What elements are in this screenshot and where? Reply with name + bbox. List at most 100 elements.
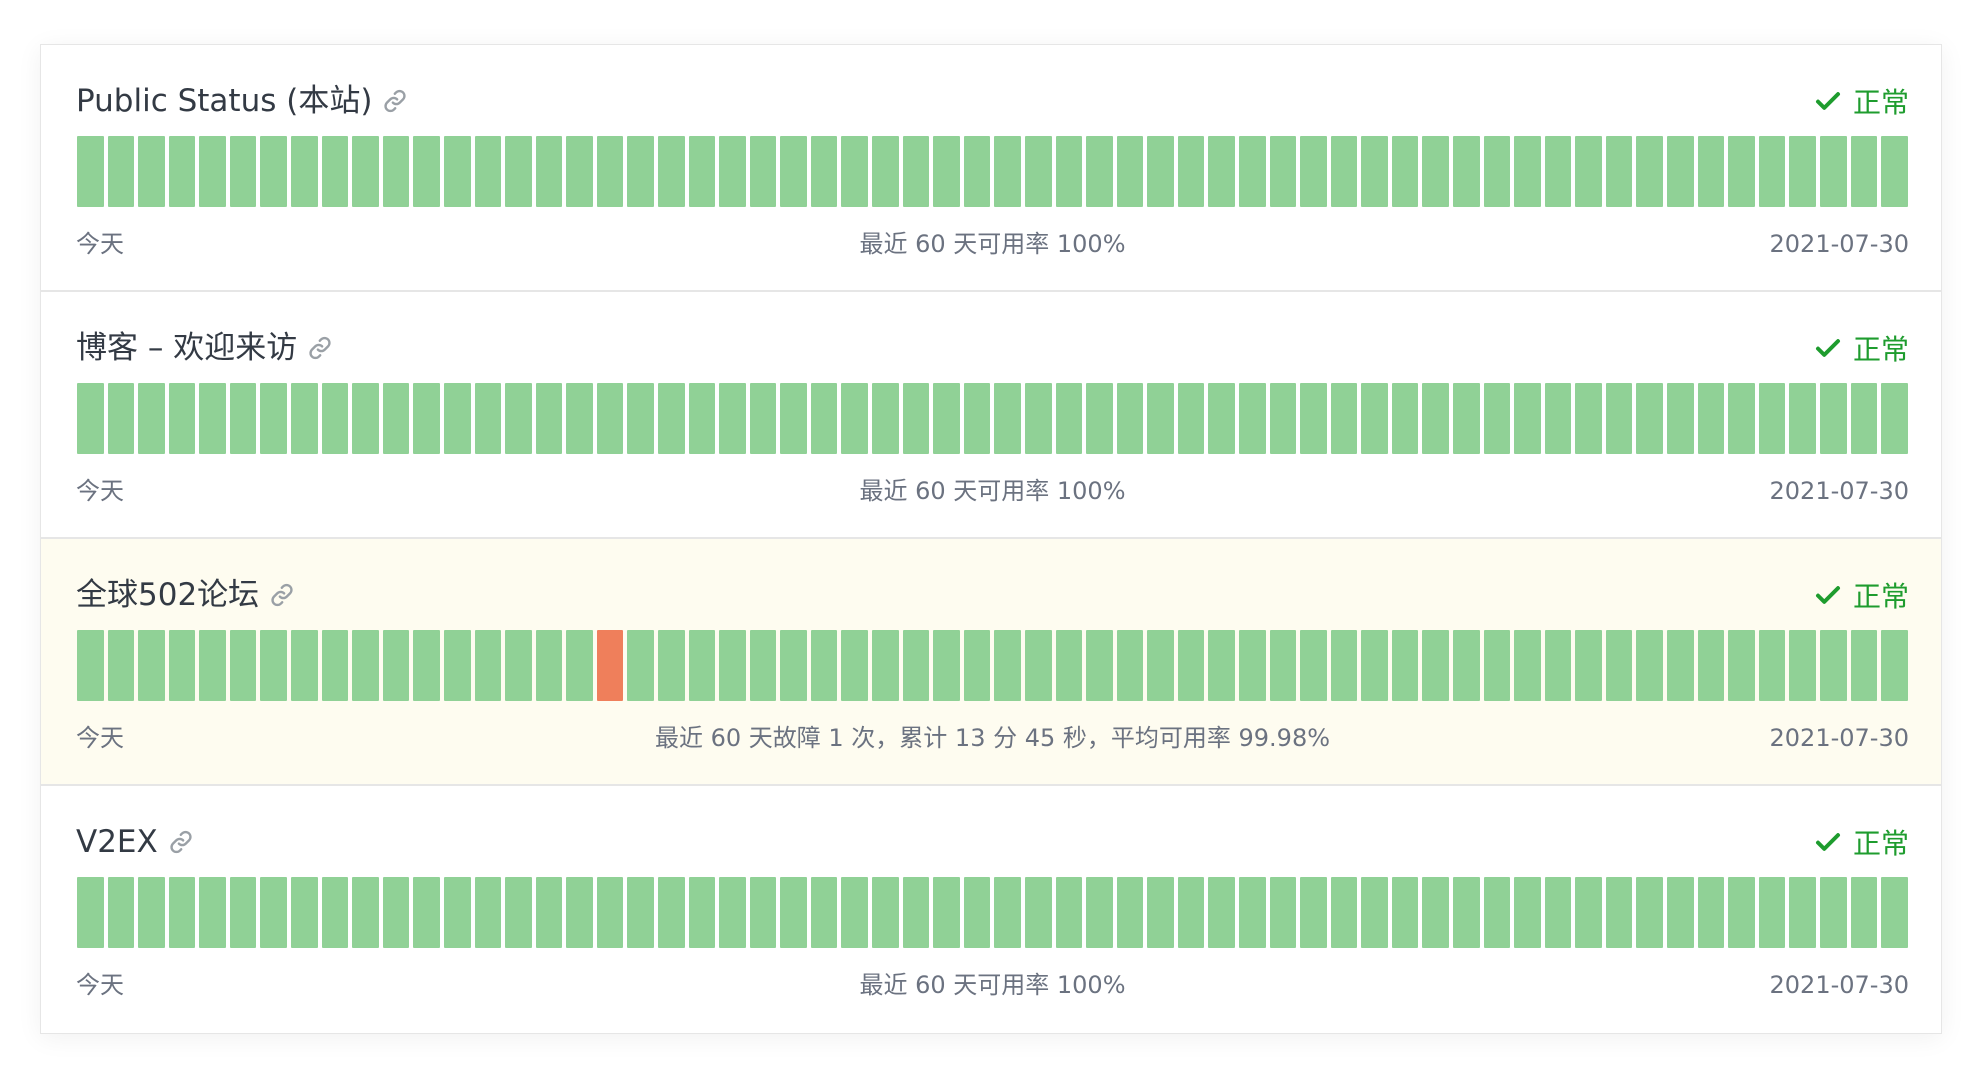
uptime-bar[interactable] <box>841 630 869 701</box>
uptime-bar[interactable] <box>1024 383 1052 454</box>
uptime-bar[interactable] <box>749 136 777 207</box>
uptime-bar[interactable] <box>657 630 685 701</box>
uptime-bar[interactable] <box>1544 136 1572 207</box>
uptime-bar[interactable] <box>1116 383 1144 454</box>
uptime-bar[interactable] <box>291 136 318 207</box>
uptime-bar[interactable] <box>138 136 165 207</box>
uptime-bar[interactable] <box>1330 383 1358 454</box>
uptime-bar[interactable] <box>1789 383 1816 454</box>
uptime-bar[interactable] <box>535 136 563 207</box>
uptime-bar[interactable] <box>1269 877 1297 948</box>
uptime-bar[interactable] <box>168 136 196 207</box>
uptime-bar[interactable] <box>902 136 930 207</box>
uptime-bar[interactable] <box>1605 630 1633 701</box>
uptime-bar[interactable] <box>1636 630 1664 701</box>
uptime-bar[interactable] <box>1330 877 1358 948</box>
uptime-bar[interactable] <box>1728 630 1755 701</box>
uptime-bar[interactable] <box>1605 136 1633 207</box>
uptime-bar[interactable] <box>994 630 1021 701</box>
uptime-bar[interactable] <box>413 630 440 701</box>
uptime-bar[interactable] <box>1575 383 1602 454</box>
uptime-bar[interactable] <box>1514 630 1541 701</box>
uptime-bar[interactable] <box>1819 630 1847 701</box>
uptime-bar[interactable] <box>1269 136 1297 207</box>
uptime-bar[interactable] <box>1636 383 1664 454</box>
uptime-bar[interactable] <box>596 877 624 948</box>
uptime-bar[interactable] <box>1055 136 1083 207</box>
uptime-bar[interactable] <box>1636 136 1664 207</box>
uptime-bar[interactable] <box>474 383 502 454</box>
uptime-bar[interactable] <box>1147 877 1174 948</box>
uptime-bar[interactable] <box>1728 136 1755 207</box>
uptime-bar[interactable] <box>138 877 165 948</box>
uptime-bar[interactable] <box>1514 136 1541 207</box>
uptime-bar[interactable] <box>321 877 349 948</box>
link-icon[interactable] <box>269 582 295 608</box>
uptime-bar[interactable] <box>1208 383 1235 454</box>
uptime-bar[interactable] <box>1453 383 1480 454</box>
uptime-bar[interactable] <box>1055 383 1083 454</box>
uptime-bar[interactable] <box>1789 136 1816 207</box>
uptime-bar[interactable] <box>1269 383 1297 454</box>
uptime-bar[interactable] <box>352 136 379 207</box>
uptime-bar[interactable] <box>1177 136 1205 207</box>
uptime-bar[interactable] <box>566 136 593 207</box>
uptime-bar[interactable] <box>1575 877 1602 948</box>
uptime-bar[interactable] <box>566 630 593 701</box>
uptime-bar[interactable] <box>1086 630 1113 701</box>
uptime-bar[interactable] <box>505 630 532 701</box>
uptime-bar[interactable] <box>566 383 593 454</box>
uptime-bar[interactable] <box>688 630 716 701</box>
uptime-bar[interactable] <box>1024 630 1052 701</box>
uptime-bar[interactable] <box>1697 630 1725 701</box>
uptime-bar[interactable] <box>749 383 777 454</box>
uptime-bar[interactable] <box>1361 877 1388 948</box>
uptime-bar[interactable] <box>1819 383 1847 454</box>
uptime-bar[interactable] <box>1147 383 1174 454</box>
uptime-bar[interactable] <box>1850 136 1878 207</box>
uptime-bar[interactable] <box>749 877 777 948</box>
uptime-bar[interactable] <box>1697 383 1725 454</box>
uptime-bar[interactable] <box>77 136 104 207</box>
uptime-bar[interactable] <box>107 877 135 948</box>
uptime-bar[interactable] <box>1758 877 1786 948</box>
uptime-bar[interactable] <box>138 383 165 454</box>
uptime-bar[interactable] <box>1391 383 1419 454</box>
uptime-bar[interactable] <box>77 383 104 454</box>
uptime-bar[interactable] <box>1330 136 1358 207</box>
uptime-bar[interactable] <box>566 877 593 948</box>
uptime-bar[interactable] <box>1361 136 1388 207</box>
uptime-bar[interactable] <box>199 630 226 701</box>
uptime-bar[interactable] <box>596 136 624 207</box>
uptime-bar[interactable] <box>138 630 165 701</box>
uptime-bar[interactable] <box>1391 136 1419 207</box>
uptime-bar[interactable] <box>1728 877 1755 948</box>
uptime-bar[interactable] <box>229 630 257 701</box>
uptime-bar[interactable] <box>1575 630 1602 701</box>
uptime-bar[interactable] <box>77 877 104 948</box>
uptime-bar[interactable] <box>749 630 777 701</box>
uptime-bar[interactable] <box>963 630 991 701</box>
uptime-bar[interactable] <box>1086 136 1113 207</box>
link-icon[interactable] <box>168 829 194 855</box>
uptime-bar[interactable] <box>474 877 502 948</box>
uptime-bar[interactable] <box>1819 877 1847 948</box>
uptime-bar[interactable] <box>627 136 654 207</box>
uptime-bar[interactable] <box>474 136 502 207</box>
uptime-bar[interactable] <box>505 383 532 454</box>
uptime-bar[interactable] <box>1453 877 1480 948</box>
uptime-bar[interactable] <box>352 630 379 701</box>
uptime-bar[interactable] <box>1422 877 1450 948</box>
uptime-bar[interactable] <box>1147 630 1174 701</box>
uptime-bar[interactable] <box>963 383 991 454</box>
uptime-bar[interactable] <box>382 877 410 948</box>
uptime-bar[interactable] <box>1177 383 1205 454</box>
uptime-bar[interactable] <box>1238 877 1266 948</box>
uptime-bar[interactable] <box>1238 383 1266 454</box>
uptime-bar[interactable] <box>1605 383 1633 454</box>
uptime-bar[interactable] <box>107 136 135 207</box>
uptime-bar[interactable] <box>474 630 502 701</box>
uptime-bar[interactable] <box>780 136 807 207</box>
uptime-bar[interactable] <box>657 383 685 454</box>
uptime-bar[interactable] <box>1300 383 1327 454</box>
